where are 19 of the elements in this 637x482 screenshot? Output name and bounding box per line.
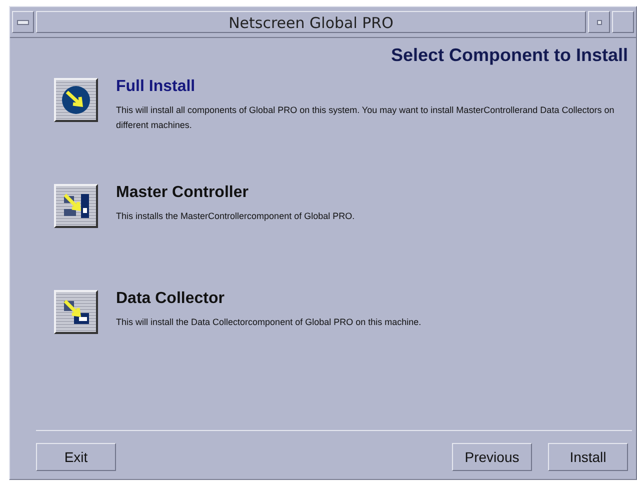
install-option-button[interactable] (54, 184, 98, 228)
window-menu-button[interactable] (12, 11, 34, 33)
option-description: This will install all components of Global PRO on this system. You may want to install MasterControllerand Data Collectors on different machines. (116, 104, 616, 132)
install-button[interactable]: Install (548, 443, 628, 471)
install-option-button[interactable] (54, 78, 98, 122)
option-description: This will install the Data Collectorcomponent of Global PRO on this machine. (116, 316, 422, 329)
option-title: Data Collector (116, 290, 226, 308)
computer-arrow-icon (61, 191, 91, 221)
computer-arrow-icon (61, 297, 91, 327)
page-heading: Select Component to Install (390, 45, 628, 66)
previous-button[interactable]: Previous (452, 443, 532, 471)
window-title: Netscreen Global PRO (36, 11, 586, 33)
minimize-button[interactable] (588, 11, 610, 33)
install-option-button[interactable] (54, 290, 98, 334)
maximize-button[interactable] (612, 11, 634, 33)
exit-button[interactable]: Exit (36, 443, 116, 471)
option-title: Master Controller (116, 184, 250, 202)
option-description: This installs the MasterControllercomponent of Global PRO. (116, 210, 355, 223)
option-title: Full Install (116, 78, 196, 96)
